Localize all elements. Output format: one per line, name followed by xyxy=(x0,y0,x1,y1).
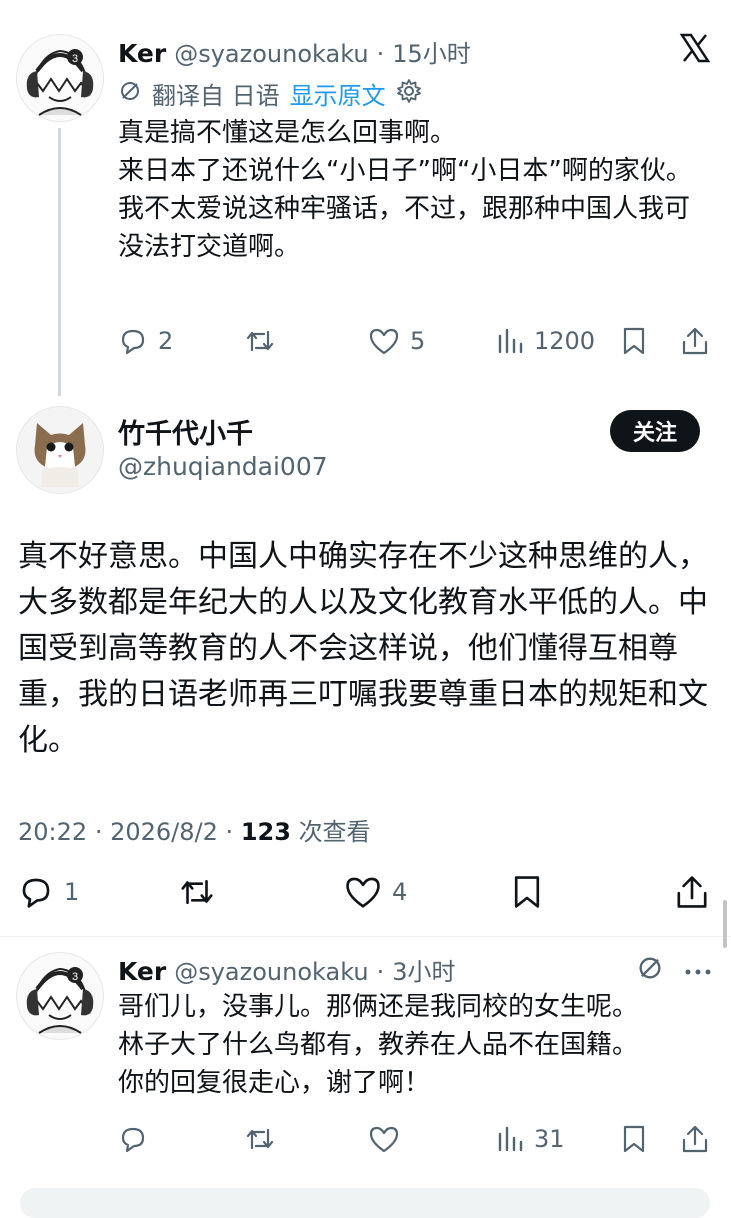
post-stats: 20:22 · 2026/8/2 · 123 次查看 xyxy=(18,812,371,847)
share-button[interactable] xyxy=(680,1124,710,1154)
like-count: 5 xyxy=(410,327,426,355)
like-button[interactable]: 5 xyxy=(368,326,425,356)
bookmark-icon xyxy=(623,327,645,355)
author-handle[interactable]: @zhuqiandai007 xyxy=(118,452,328,481)
reply-button[interactable]: 1 xyxy=(18,874,79,910)
share-icon xyxy=(682,1125,708,1153)
settings-gear-icon[interactable] xyxy=(396,78,422,110)
reply2-text: 哥们儿，没事儿。那俩还是我同校的女生呢。 林子大了什么鸟都有，教养在人品不在国籍… xyxy=(118,992,639,1098)
author-handle[interactable]: @syazounokaku xyxy=(174,40,368,68)
bookmark-icon xyxy=(623,1125,645,1153)
heart-icon xyxy=(369,328,399,355)
post-time[interactable]: 20:22 xyxy=(18,818,87,846)
heart-icon xyxy=(369,1126,399,1153)
view-count: 1200 xyxy=(534,327,596,355)
reply2-header: Ker @syazounokaku · 3小时 xyxy=(118,952,456,987)
view-count: 123 xyxy=(240,818,291,846)
bookmark-button[interactable] xyxy=(620,326,648,356)
bookmark-icon xyxy=(514,876,540,908)
retweet-icon xyxy=(246,330,274,352)
reply-count: 2 xyxy=(158,327,174,355)
share-icon xyxy=(677,876,707,908)
dot-separator: · xyxy=(376,958,385,986)
post-time[interactable]: 15小时 xyxy=(392,34,471,69)
post-date[interactable]: 2026/8/2 xyxy=(110,818,218,846)
view-label: 次查看 xyxy=(298,818,371,846)
avatar[interactable] xyxy=(16,406,104,494)
divider xyxy=(0,936,731,937)
avatar-anime-image: 3 xyxy=(17,35,103,121)
translation-bar: 翻译自 日语 显示原文 xyxy=(118,76,422,111)
avatar-cat-image xyxy=(17,407,103,493)
views-button[interactable]: 1200 xyxy=(496,326,595,356)
reply-button[interactable] xyxy=(118,1124,158,1154)
retweet-button[interactable] xyxy=(244,326,286,356)
main-post-text: 真不好意思。中国人中确实存在不少这种思维的人，大多数都是年纪大的人以及文化教育水… xyxy=(18,539,708,758)
reply-composer-bar[interactable] xyxy=(20,1188,710,1218)
reply-icon xyxy=(121,329,145,355)
author-name[interactable]: Ker xyxy=(118,39,166,68)
like-count: 4 xyxy=(392,878,408,906)
translate-icon xyxy=(118,79,142,109)
views-bar-chart-icon xyxy=(498,1126,523,1152)
share-icon xyxy=(682,327,708,355)
follow-button[interactable]: 关注 xyxy=(610,410,700,452)
thread-connector xyxy=(58,128,61,396)
reply-button[interactable]: 2 xyxy=(118,326,173,356)
svg-text:3: 3 xyxy=(72,971,78,983)
retweet-button[interactable] xyxy=(178,874,226,910)
author-handle[interactable]: @syazounokaku xyxy=(174,958,368,986)
views-button[interactable]: 31 xyxy=(496,1124,565,1154)
reply-icon xyxy=(22,878,50,908)
translate-icon[interactable] xyxy=(636,954,664,986)
scrollbar[interactable] xyxy=(723,900,727,948)
bookmark-button[interactable] xyxy=(510,874,544,910)
retweet-icon xyxy=(181,880,213,904)
post-time[interactable]: 3小时 xyxy=(392,952,455,987)
dot-separator: · xyxy=(376,40,385,68)
show-original-link[interactable]: 显示原文 xyxy=(290,76,386,111)
like-button[interactable]: 4 xyxy=(344,874,407,910)
retweet-button[interactable] xyxy=(244,1124,286,1154)
share-button[interactable] xyxy=(674,874,710,910)
share-button[interactable] xyxy=(680,326,710,356)
view-count: 31 xyxy=(534,1125,565,1153)
reply1-text: 真是搞不懂这是怎么回事啊。 来日本了还说什么“小日子”啊“小日本”啊的家伙。 我… xyxy=(118,118,692,262)
avatar-anime-image: 3 xyxy=(17,953,103,1039)
x-logo-icon[interactable] xyxy=(679,32,711,68)
reply1-header: Ker @syazounokaku · 15小时 xyxy=(118,34,471,69)
author-name[interactable]: Ker xyxy=(118,957,166,986)
heart-icon xyxy=(346,877,380,908)
dot-separator: · xyxy=(225,818,234,846)
more-options-icon[interactable] xyxy=(684,962,712,981)
dot-separator: · xyxy=(94,818,103,846)
translate-label: 翻译自 日语 xyxy=(152,82,280,110)
like-button[interactable] xyxy=(368,1124,410,1154)
reply-count: 1 xyxy=(64,878,80,906)
bookmark-button[interactable] xyxy=(620,1124,648,1154)
views-bar-chart-icon xyxy=(498,328,523,354)
avatar[interactable]: 3 xyxy=(16,952,104,1040)
reply-icon xyxy=(121,1127,145,1153)
svg-text:3: 3 xyxy=(72,53,78,65)
avatar[interactable]: 3 xyxy=(16,34,104,122)
retweet-icon xyxy=(246,1128,274,1150)
author-name[interactable]: 竹千代小千 xyxy=(118,412,253,451)
